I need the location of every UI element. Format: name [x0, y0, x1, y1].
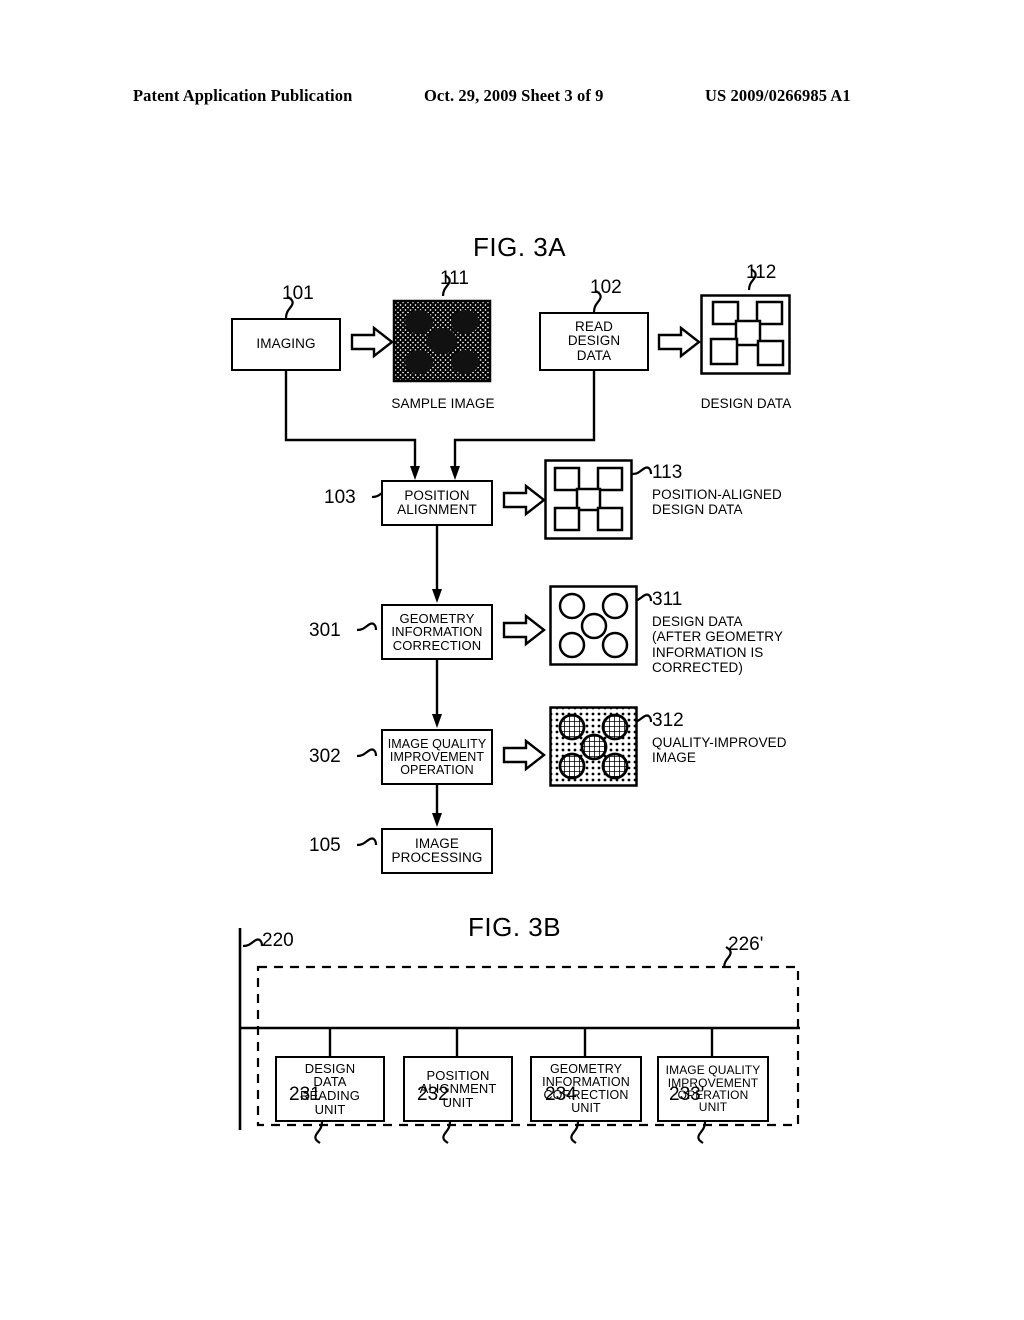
block-read-design-data[interactable]: READ DESIGN DATA [539, 312, 649, 371]
ref-102: 102 [590, 277, 622, 298]
block-imaging[interactable]: IMAGING [231, 318, 341, 371]
block-position-alignment-label: POSITION ALIGNMENT [397, 487, 477, 517]
ref-113: 113 [652, 462, 683, 483]
thumb-design-data [700, 294, 791, 375]
ref-101: 101 [282, 283, 314, 304]
ref-226-prime: 226' [728, 934, 764, 955]
block-image-quality-improvement-operation-label: IMAGE QUALITY IMPROVEMENT OPERATION [387, 736, 487, 777]
thumb-quality-improved-image [549, 706, 638, 787]
caption-design-data-geometry-corrected: DESIGN DATA (AFTER GEOMETRY INFORMATION … [652, 614, 784, 676]
ref-312: 312 [652, 710, 684, 731]
caption-sample-image: SAMPLE IMAGE [391, 396, 495, 411]
caption-position-aligned-design-data: POSITION-ALIGNED DESIGN DATA [652, 487, 782, 518]
ref-103: 103 [324, 487, 356, 508]
ref-311: 311 [652, 589, 683, 610]
ref-112: 112 [746, 262, 777, 283]
thumb-sample-image [392, 299, 492, 383]
caption-quality-improved-image: QUALITY-IMPROVED IMAGE [652, 735, 787, 766]
block-image-processing-label: IMAGE PROCESSING [391, 835, 483, 865]
fig-3a-connectors [284, 268, 757, 847]
ref-233-prime: 233' [669, 1084, 705, 1105]
ref-301: 301 [309, 620, 341, 641]
ref-232: 232 [417, 1084, 449, 1105]
thumb-position-aligned-design-data [544, 459, 633, 540]
block-geometry-information-correction-label: GEOMETRY INFORMATION CORRECTION [391, 610, 483, 653]
caption-design-data: DESIGN DATA [700, 396, 792, 411]
block-imaging-label: IMAGING [256, 336, 316, 352]
ref-105: 105 [309, 835, 341, 856]
block-read-design-data-label: READ DESIGN DATA [567, 319, 621, 363]
thumb-design-data-geometry-corrected [549, 585, 638, 666]
block-image-quality-improvement-operation[interactable]: IMAGE QUALITY IMPROVEMENT OPERATION [381, 729, 493, 785]
patent-sheet: Patent Application Publication Oct. 29, … [0, 0, 1024, 1320]
ref-220: 220 [262, 930, 294, 951]
block-geometry-information-correction[interactable]: GEOMETRY INFORMATION CORRECTION [381, 604, 493, 660]
ref-302: 302 [309, 746, 341, 767]
ref-234: 234 [545, 1084, 577, 1105]
ref-111: 111 [440, 268, 469, 289]
ref-231: 231 [289, 1084, 321, 1105]
block-position-alignment[interactable]: POSITION ALIGNMENT [381, 480, 493, 526]
block-image-processing[interactable]: IMAGE PROCESSING [381, 828, 493, 874]
